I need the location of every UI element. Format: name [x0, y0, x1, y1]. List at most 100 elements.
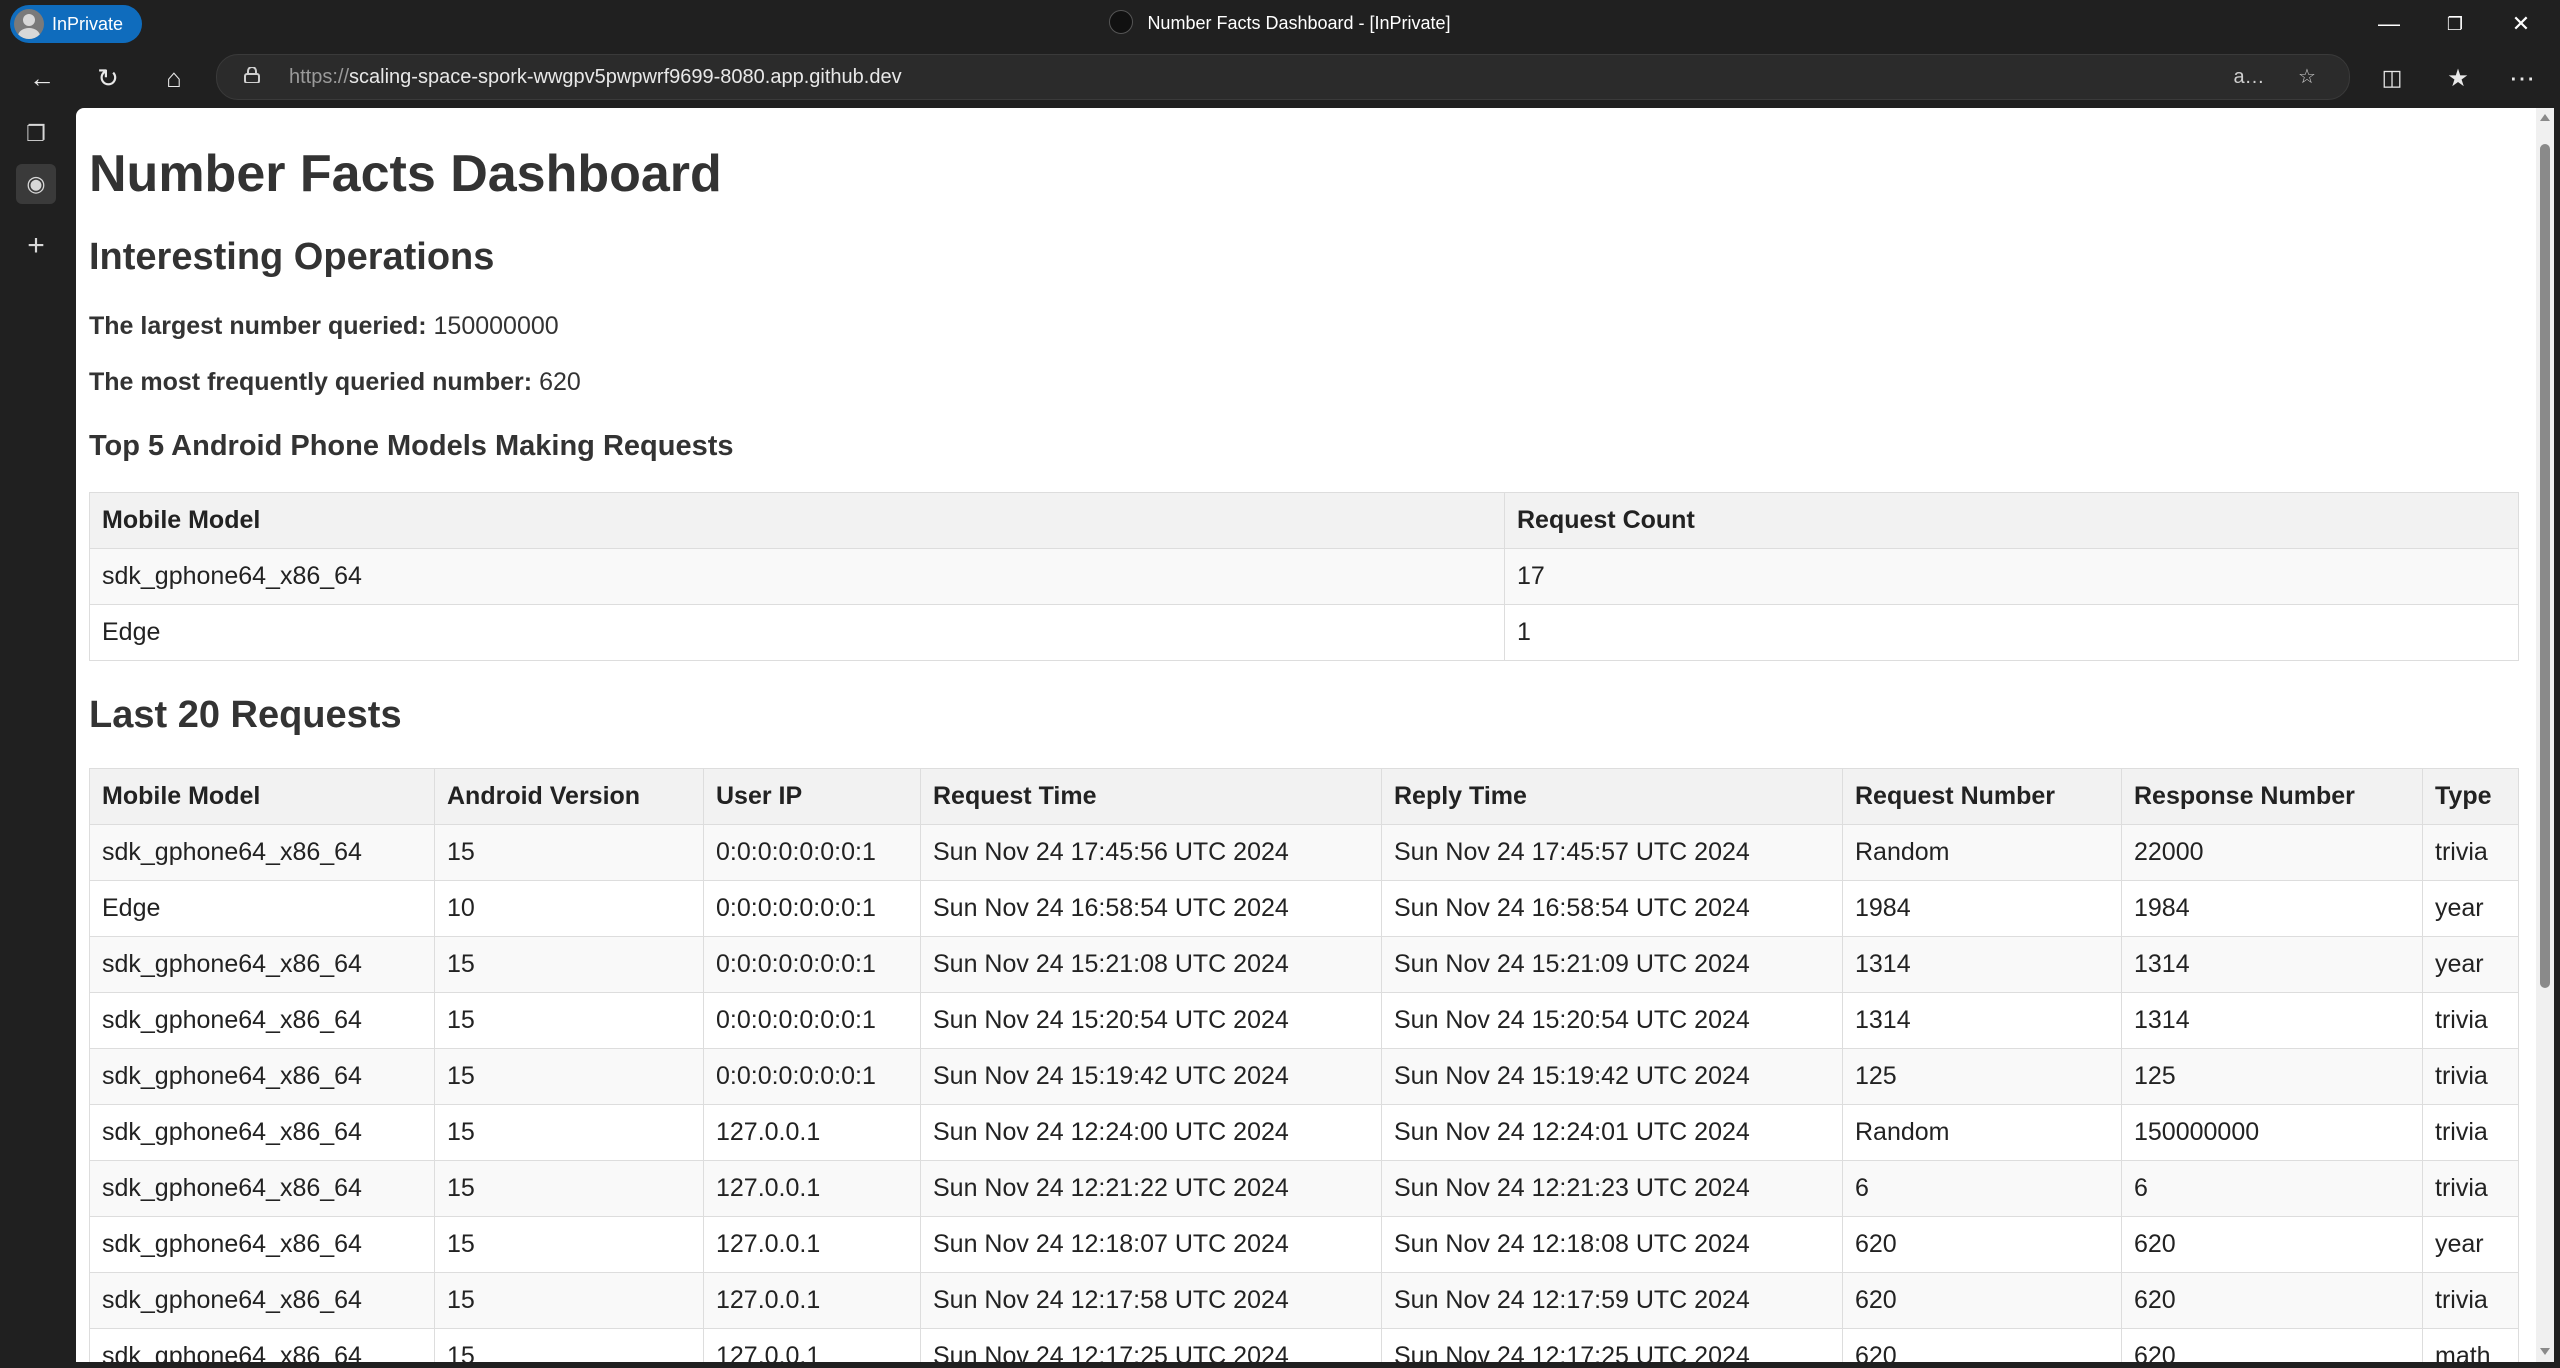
table-cell: sdk_gphone64_x86_64: [89, 992, 435, 1049]
table-cell: 620: [1842, 1272, 2122, 1329]
table-cell: 125: [2121, 1048, 2423, 1105]
table-cell: 620: [1842, 1328, 2122, 1362]
table-cell: Random: [1842, 824, 2122, 881]
table-cell: sdk_gphone64_x86_64: [89, 824, 435, 881]
back-arrow-icon: ←: [29, 62, 55, 93]
table-cell: 1314: [1842, 936, 2122, 993]
read-aloud-icon[interactable]: a…: [2233, 63, 2265, 91]
table-cell: trivia: [2422, 1048, 2519, 1105]
largest-number-label: The largest number queried:: [89, 312, 427, 340]
refresh-button[interactable]: ↻: [86, 58, 130, 98]
table-cell: trivia: [2422, 992, 2519, 1049]
table-cell: 127.0.0.1: [703, 1160, 921, 1217]
table-cell: 127.0.0.1: [703, 1216, 921, 1273]
scrollbar-thumb[interactable]: [2540, 144, 2550, 988]
table-cell: Sun Nov 24 17:45:56 UTC 2024: [920, 824, 1382, 881]
table-cell: 15: [434, 1160, 704, 1217]
table-cell: 0:0:0:0:0:0:0:1: [703, 1048, 921, 1105]
table-cell: 1: [1504, 604, 2519, 661]
table-cell: 6: [1842, 1160, 2122, 1217]
table-cell: 15: [434, 992, 704, 1049]
restore-button[interactable]: ❐: [2422, 0, 2488, 48]
window-title: Number Facts Dashboard - [InPrivate]: [1147, 12, 1451, 33]
table-cell: Sun Nov 24 16:58:54 UTC 2024: [920, 880, 1382, 937]
table-cell: Sun Nov 24 12:21:22 UTC 2024: [920, 1160, 1382, 1217]
table-row: sdk_gphone64_x86_64 15 127.0.0.1 Sun Nov 24…: [89, 1272, 2519, 1329]
top-models-table: Mobile Model Request Count sdk_gphone64_…: [89, 492, 2519, 661]
table-cell: Sun Nov 24 12:17:59 UTC 2024: [1381, 1272, 1843, 1329]
table-cell: 620: [1842, 1216, 2122, 1273]
vertical-scrollbar[interactable]: [2536, 108, 2554, 1362]
close-button[interactable]: ✕: [2488, 0, 2554, 48]
table-cell: Sun Nov 24 12:17:25 UTC 2024: [920, 1328, 1382, 1362]
tab-actions-button[interactable]: ❐: [16, 114, 56, 154]
table-cell: 10: [434, 880, 704, 937]
table-cell: Sun Nov 24 12:17:58 UTC 2024: [920, 1272, 1382, 1329]
refresh-icon: ↻: [97, 62, 119, 93]
table-cell: Sun Nov 24 15:21:09 UTC 2024: [1381, 936, 1843, 993]
page-viewport: Number Facts Dashboard Interesting Opera…: [76, 108, 2536, 1362]
back-button[interactable]: ←: [20, 58, 64, 98]
table-cell: 150000000: [2121, 1104, 2423, 1161]
more-menu-button[interactable]: ⋯: [2500, 58, 2544, 98]
column-header: Reply Time: [1381, 768, 1843, 825]
column-header: Request Count: [1504, 492, 2519, 549]
table-cell: sdk_gphone64_x86_64: [89, 1048, 435, 1105]
address-bar[interactable]: https://scaling-space-spork-wwgpv5pwpwrf…: [216, 54, 2350, 100]
table-cell: year: [2422, 936, 2519, 993]
table-cell: Sun Nov 24 12:24:00 UTC 2024: [920, 1104, 1382, 1161]
column-header: Mobile Model: [89, 768, 435, 825]
table-cell: 0:0:0:0:0:0:0:1: [703, 824, 921, 881]
table-cell: 1314: [2121, 936, 2423, 993]
table-cell: 620: [2121, 1272, 2423, 1329]
table-cell: Sun Nov 24 17:45:57 UTC 2024: [1381, 824, 1843, 881]
tab-github[interactable]: ◉: [16, 164, 56, 204]
table-cell: Sun Nov 24 12:24:01 UTC 2024: [1381, 1104, 1843, 1161]
most-frequent-number-value: 620: [539, 368, 581, 396]
table-cell: 127.0.0.1: [703, 1328, 921, 1362]
table-cell: Sun Nov 24 15:19:42 UTC 2024: [920, 1048, 1382, 1105]
top-models-title: Top 5 Android Phone Models Making Reques…: [89, 430, 734, 462]
table-cell: Edge: [89, 604, 1505, 661]
close-icon: ✕: [2511, 11, 2531, 36]
table-row: sdk_gphone64_x86_64 15 0:0:0:0:0:0:0:1 Sun …: [89, 992, 2519, 1049]
table-row: sdk_gphone64_x86_64 15 0:0:0:0:0:0:0:1 Sun …: [89, 824, 2519, 881]
table-cell: 0:0:0:0:0:0:0:1: [703, 936, 921, 993]
github-icon: [1109, 10, 1134, 34]
table-cell: Sun Nov 24 15:21:08 UTC 2024: [920, 936, 1382, 993]
url-text: https://scaling-space-spork-wwgpv5pwpwrf…: [289, 66, 902, 89]
table-cell: 15: [434, 1048, 704, 1105]
table-cell: Sun Nov 24 12:17:25 UTC 2024: [1381, 1328, 1843, 1362]
table-header-row: Mobile Model Request Count: [89, 492, 2519, 549]
table-cell: sdk_gphone64_x86_64: [89, 1328, 435, 1362]
split-screen-button[interactable]: ◫: [2370, 58, 2414, 98]
largest-number-value: 150000000: [433, 312, 559, 340]
column-header: User IP: [703, 768, 921, 825]
minimize-button[interactable]: —: [2356, 0, 2422, 48]
table-cell: 15: [434, 1104, 704, 1161]
more-dots-icon: ⋯: [2509, 62, 2535, 93]
table-cell: 0:0:0:0:0:0:0:1: [703, 880, 921, 937]
table-cell: Sun Nov 24 12:18:08 UTC 2024: [1381, 1216, 1843, 1273]
table-cell: 127.0.0.1: [703, 1104, 921, 1161]
table-cell: math: [2422, 1328, 2519, 1362]
favorite-star-icon[interactable]: ☆: [2291, 63, 2323, 91]
table-cell: sdk_gphone64_x86_64: [89, 1160, 435, 1217]
scroll-up-arrow-icon[interactable]: [2540, 114, 2550, 121]
favorites-button[interactable]: ★: [2436, 58, 2480, 98]
home-button[interactable]: ⌂: [152, 58, 196, 98]
table-row: sdk_gphone64_x86_64 15 127.0.0.1 Sun Nov 24…: [89, 1104, 2519, 1161]
vertical-tab-sidebar: ❐ ◉ +: [0, 108, 76, 1368]
browser-toolbar: ← ↻ ⌂ https://scaling-space-spork-wwgpv5…: [0, 48, 2560, 108]
last-requests-table: Mobile Model Android Version User IP Req…: [89, 768, 2519, 1362]
url-host: scaling-space-spork-wwgpv5pwpwrf9699-808…: [349, 66, 902, 88]
new-tab-button[interactable]: +: [16, 226, 56, 266]
table-cell: 620: [2121, 1328, 2423, 1362]
table-cell: Sun Nov 24 12:21:23 UTC 2024: [1381, 1160, 1843, 1217]
page-title: Number Facts Dashboard: [89, 145, 722, 203]
home-icon: ⌂: [166, 62, 182, 93]
scroll-down-arrow-icon[interactable]: [2540, 1348, 2550, 1355]
table-cell: year: [2422, 1216, 2519, 1273]
minimize-icon: —: [2378, 11, 2400, 36]
table-cell: 127.0.0.1: [703, 1272, 921, 1329]
